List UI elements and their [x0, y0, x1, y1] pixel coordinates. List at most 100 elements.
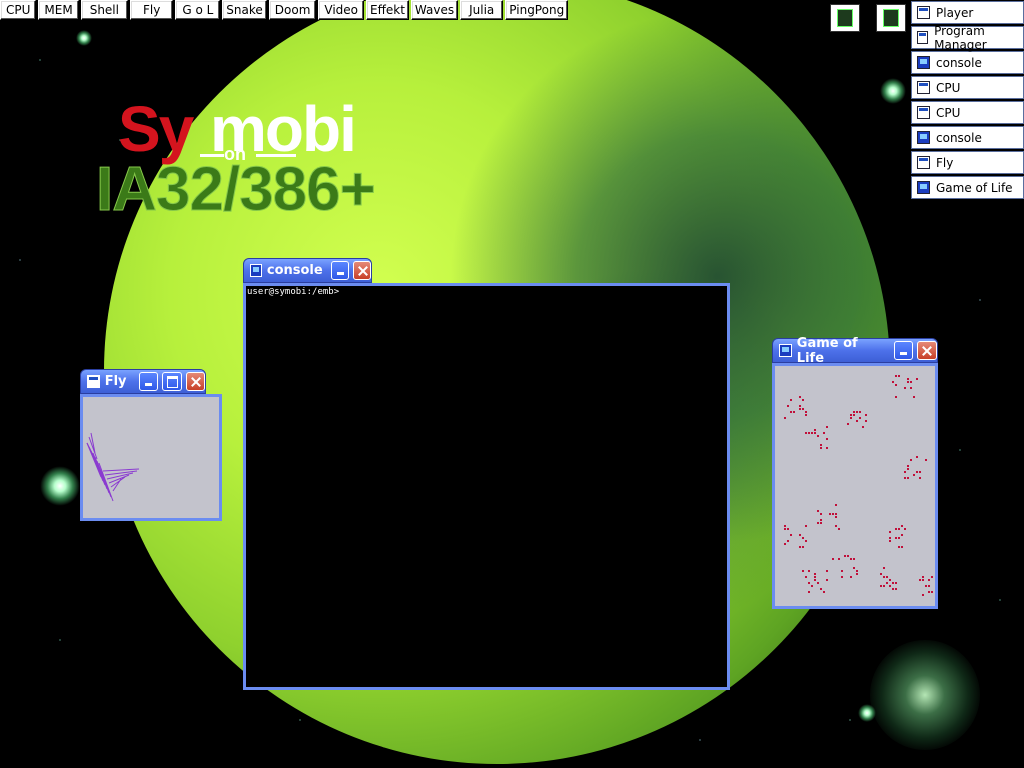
gol-cell [835, 516, 837, 518]
console-body[interactable]: user@symobi:/emb> [243, 283, 730, 690]
window-icon [917, 156, 930, 169]
gol-cell [790, 411, 792, 413]
console-titlebar[interactable]: console [243, 258, 372, 283]
console-prompt: user@symobi:/emb> [247, 287, 340, 297]
window-list: Player Program Manager console CPU CPU c… [911, 1, 1024, 201]
gol-cell [895, 582, 897, 584]
launch-effekt-button[interactable]: Effekt [366, 0, 409, 20]
fly-canvas[interactable] [80, 394, 222, 521]
gol-cell [826, 438, 828, 440]
window-icon [87, 375, 100, 388]
gol-cell [895, 384, 897, 386]
gol-cell [880, 585, 882, 587]
window-list-label: CPU [936, 105, 961, 120]
window-list-label: console [936, 55, 982, 70]
launch-pingpong-button[interactable]: PingPong [505, 0, 569, 20]
gol-cell [889, 540, 891, 542]
launch-julia-button[interactable]: Julia [460, 0, 504, 20]
gol-cell [889, 531, 891, 533]
gol-cell [904, 477, 906, 479]
close-button[interactable] [352, 261, 371, 280]
cpu-chip-icon[interactable] [876, 4, 906, 32]
gol-grid [784, 375, 933, 596]
gol-cell [784, 528, 786, 530]
gol-cell [784, 525, 786, 527]
gol-cell [823, 432, 825, 434]
gol-canvas[interactable] [772, 363, 938, 609]
gol-cell [835, 525, 837, 527]
window-list-item-cpu[interactable]: CPU [911, 76, 1024, 99]
cpu-chip-icon[interactable] [830, 4, 860, 32]
gol-cell [892, 582, 894, 584]
star-cluster [870, 640, 980, 750]
close-button[interactable] [185, 372, 205, 391]
gol-cell [922, 594, 924, 596]
gol-cell [898, 528, 900, 530]
gol-cell [889, 585, 891, 587]
fly-window[interactable]: Fly [80, 369, 222, 521]
gol-cell [826, 579, 828, 581]
gol-cell [787, 540, 789, 542]
gol-cell [850, 417, 852, 419]
launch-gol-button[interactable]: G o L [175, 0, 221, 20]
window-list-item-player[interactable]: Player [911, 1, 1024, 24]
window-list-item-fly[interactable]: Fly [911, 151, 1024, 174]
window-list-item-cpu[interactable]: CPU [911, 101, 1024, 124]
launch-waves-button[interactable]: Waves [410, 0, 459, 20]
gol-cell [901, 534, 903, 536]
console-window[interactable]: console user@symobi:/emb> [243, 258, 730, 690]
gol-cell [895, 375, 897, 377]
gol-cell [820, 447, 822, 449]
launch-fly-button[interactable]: Fly [129, 0, 174, 20]
gol-cell [919, 477, 921, 479]
gol-cell [904, 528, 906, 530]
gol-titlebar[interactable]: Game of Life [772, 336, 938, 366]
gol-cell [883, 567, 885, 569]
window-list-item-console[interactable]: console [911, 126, 1024, 149]
launch-video-button[interactable]: Video [318, 0, 365, 20]
gol-cell [898, 375, 900, 377]
gol-cell [850, 558, 852, 560]
gol-cell [907, 468, 909, 470]
gol-cell [892, 381, 894, 383]
launch-cpu-button[interactable]: CPU [0, 0, 37, 20]
minimize-button[interactable] [330, 261, 349, 280]
gol-cell [799, 546, 801, 548]
window-list-label: Program Manager [934, 23, 987, 52]
gol-cell [802, 570, 804, 572]
gol-cell [814, 432, 816, 434]
gol-cell [910, 459, 912, 461]
gol-cell [862, 426, 864, 428]
gol-cell [856, 420, 858, 422]
gol-cell [928, 585, 930, 587]
gol-cell [925, 459, 927, 461]
game-of-life-window[interactable]: Game of Life [772, 336, 938, 609]
window-list-item-program-manager[interactable]: Program Manager [911, 23, 1024, 52]
gol-cell [841, 570, 843, 572]
launch-snake-button[interactable]: Snake [222, 0, 267, 20]
gol-cell [919, 471, 921, 473]
fly-titlebar[interactable]: Fly [80, 369, 206, 394]
logo-platform: IA32/386+ [96, 155, 377, 225]
gol-cell [817, 522, 819, 524]
gol-cell [805, 525, 807, 527]
gol-cell [838, 558, 840, 560]
window-list-item-console[interactable]: console [911, 51, 1024, 74]
system-tray [830, 4, 906, 32]
gol-cell [805, 411, 807, 413]
close-button[interactable] [917, 341, 938, 360]
minimize-button[interactable] [138, 372, 158, 391]
gol-cell [811, 585, 813, 587]
console-icon [917, 56, 930, 69]
gol-cell [817, 435, 819, 437]
launch-mem-button[interactable]: MEM [38, 0, 79, 20]
maximize-button[interactable] [162, 372, 182, 391]
minimize-button[interactable] [893, 341, 914, 360]
gol-cell [784, 543, 786, 545]
launch-shell-button[interactable]: Shell [80, 0, 128, 20]
console-icon [917, 181, 930, 194]
gol-cell [814, 576, 816, 578]
window-list-item-game-of-life[interactable]: Game of Life [911, 176, 1024, 199]
gol-cell [922, 576, 924, 578]
launch-doom-button[interactable]: Doom [268, 0, 317, 20]
